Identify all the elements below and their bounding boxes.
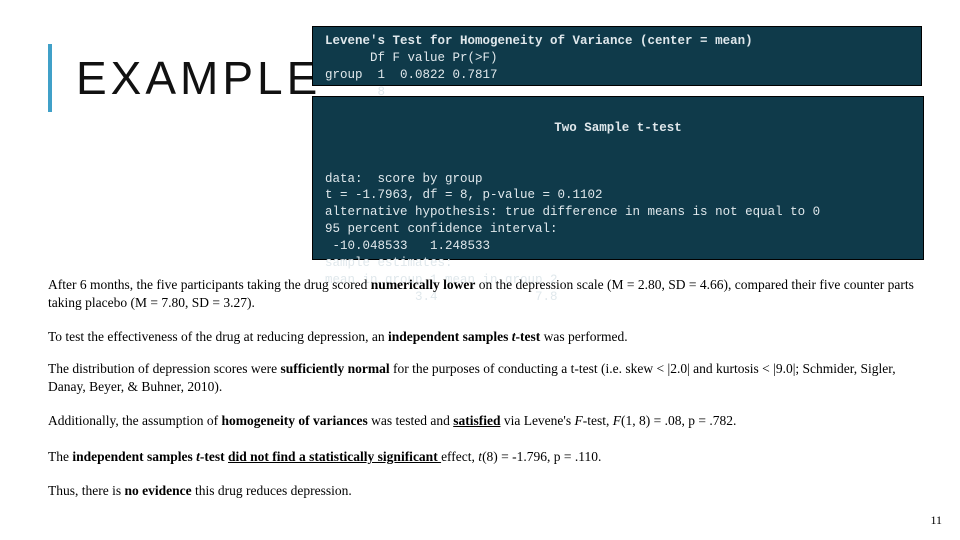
paragraph-homogeneity: Additionally, the assumption of homogene… (48, 412, 924, 430)
text-bold: homogeneity of variances (221, 413, 367, 428)
paragraph-test-performed: To test the effectiveness of the drug at… (48, 328, 924, 346)
text-bold-ul: satisfied (453, 413, 500, 428)
text: After 6 months, the five participants ta… (48, 277, 371, 292)
levene-output-console: Levene's Test for Homogeneity of Varianc… (312, 26, 922, 86)
text-bold-ul: did not find a statistically significant (228, 449, 441, 464)
ttest-line-stats: t = -1.7963, df = 8, p-value = 0.1102 (325, 188, 603, 202)
ttest-line-ci-label: 95 percent confidence interval: (325, 222, 558, 236)
text-bold: no evidence (125, 483, 196, 498)
text-bold: independent samples (72, 449, 196, 464)
text: -test, (583, 413, 613, 428)
text-ital: F (574, 413, 582, 428)
text-bold: sufficiently normal (280, 361, 389, 376)
paragraph-result: The independent samples t-test did not f… (48, 448, 924, 466)
levene-col-header: Df F value Pr(>F) (325, 51, 498, 65)
page-number: 11 (930, 513, 942, 528)
text: (8) = -1.796, p = .110. (482, 449, 601, 464)
ttest-output-console: Two Sample t-test data: score by group t… (312, 96, 924, 260)
text: effect, (441, 449, 478, 464)
paragraph-normality: The distribution of depression scores we… (48, 360, 924, 396)
ttest-line-data: data: score by group (325, 172, 483, 186)
text-bold: independent samples (388, 329, 512, 344)
ttest-line-ci-values: -10.048533 1.248533 (325, 239, 490, 253)
paragraph-conclusion: Thus, there is no evidence this drug red… (48, 482, 924, 500)
page-title: EXAMPLE (76, 51, 321, 105)
text: was performed. (540, 329, 627, 344)
text-bold: numerically lower (371, 277, 476, 292)
text-bold: -test (200, 449, 228, 464)
ttest-line-est-label: sample estimates: (325, 256, 453, 270)
text: this drug reduces depression. (195, 483, 352, 498)
text: was tested and (368, 413, 453, 428)
text-bold: -test (516, 329, 541, 344)
text: (1, 8) = .08, p = .782. (621, 413, 736, 428)
text: The distribution of depression scores we… (48, 361, 280, 376)
title-accent-bar (48, 44, 52, 112)
ttest-title: Two Sample t-test (325, 120, 911, 137)
levene-header: Levene's Test for Homogeneity of Varianc… (325, 34, 753, 48)
slide: EXAMPLE Levene's Test for Homogeneity of… (0, 0, 960, 540)
text: via Levene's (500, 413, 574, 428)
text: Additionally, the assumption of (48, 413, 221, 428)
paragraph-descriptives: After 6 months, the five participants ta… (48, 276, 924, 312)
text: The (48, 449, 72, 464)
text-ital: F (613, 413, 621, 428)
text: Thus, there is (48, 483, 125, 498)
ttest-line-alt: alternative hypothesis: true difference … (325, 205, 820, 219)
title-wrap: EXAMPLE (48, 44, 321, 112)
text: To test the effectiveness of the drug at… (48, 329, 388, 344)
levene-row1: group 1 0.0822 0.7817 (325, 68, 498, 82)
